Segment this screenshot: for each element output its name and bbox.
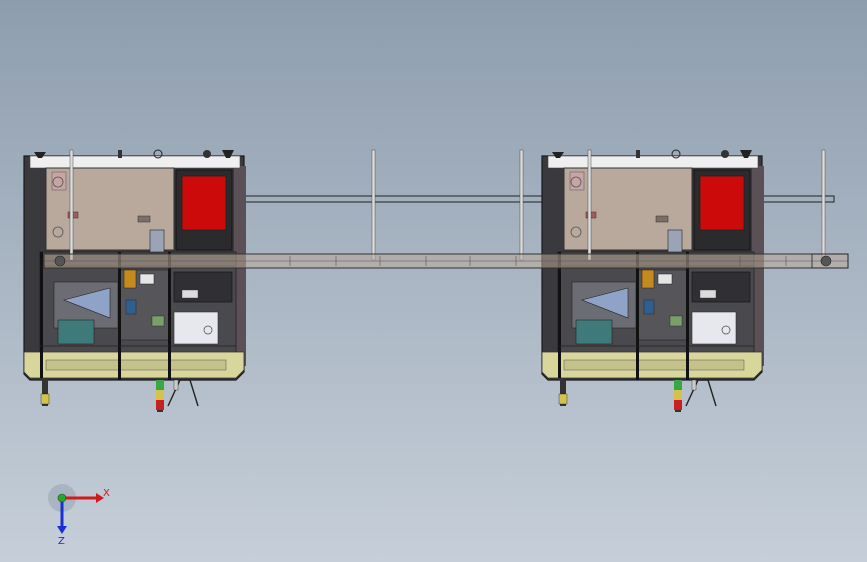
red-panel-left [181,175,227,231]
red-panel-right [699,175,745,231]
control-screen-right [575,319,613,345]
control-screen-left [57,319,95,345]
y-axis-arrow [57,493,67,503]
cad-viewport[interactable]: X Z [0,0,867,562]
machine-right[interactable] [541,149,765,413]
x-axis-label: X [103,488,110,499]
axis-triad: X Z [48,484,110,547]
z-axis-label: Z [58,536,65,547]
conveyor-belt[interactable] [43,253,849,269]
machine-left[interactable] [23,149,247,413]
